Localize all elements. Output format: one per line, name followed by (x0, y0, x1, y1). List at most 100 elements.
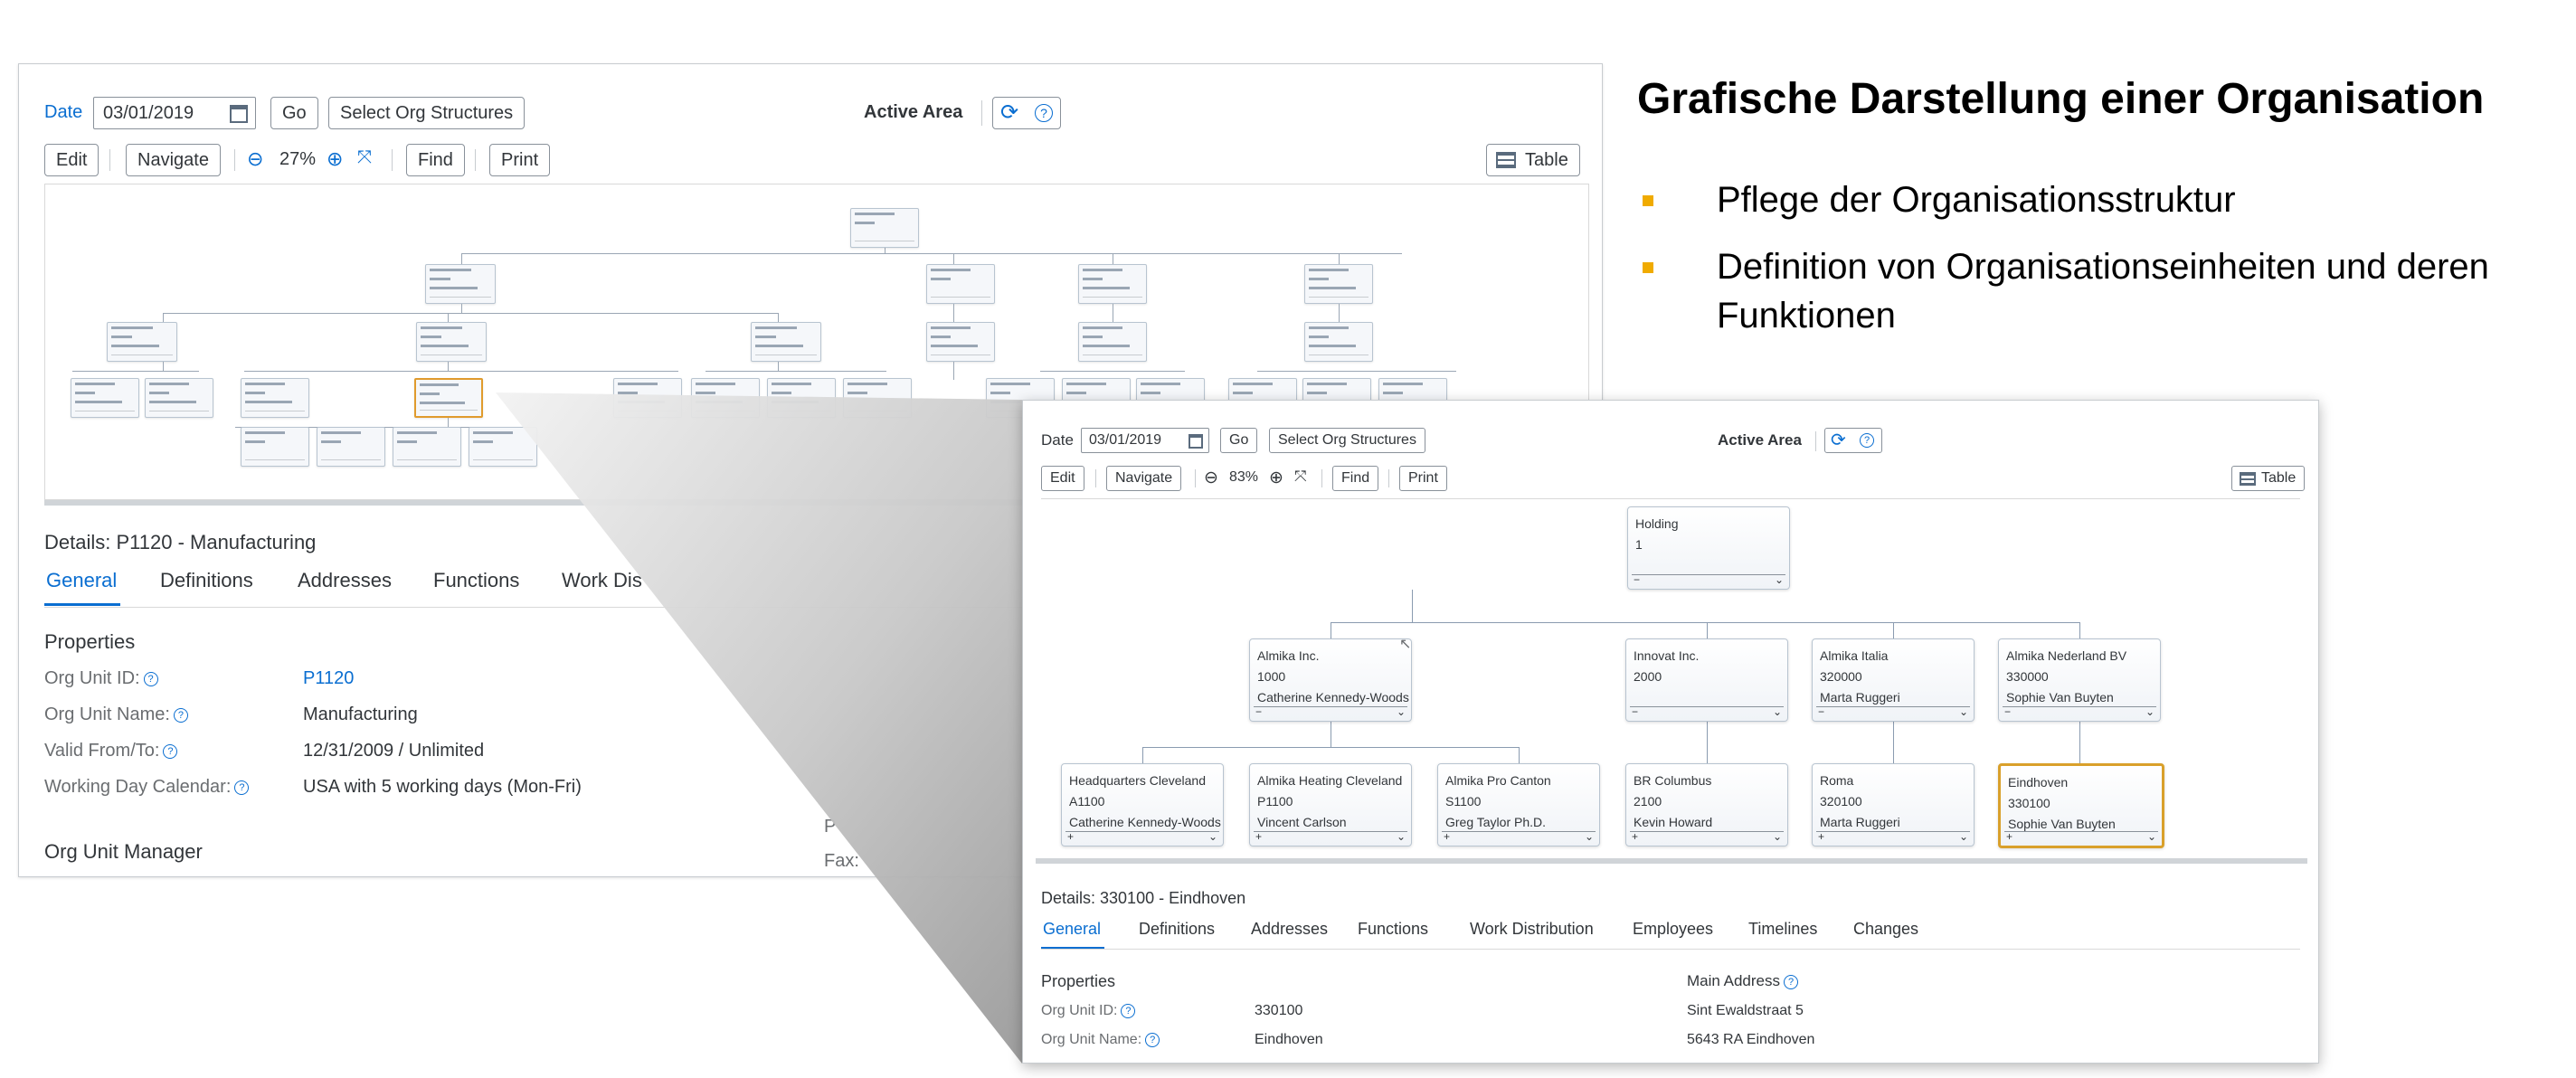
tab-general[interactable]: General (46, 569, 117, 592)
date-input[interactable]: 03/01/2019 (93, 97, 256, 129)
org-node-innovat[interactable]: Innovat Inc. 2000 − ⌄ (1625, 638, 1788, 722)
mini-node[interactable] (1304, 264, 1373, 304)
zoom-out-icon[interactable]: ⊖ (1204, 468, 1218, 488)
prop-value: USA with 5 working days (Mon-Fri) (303, 777, 582, 797)
zoom-in-icon[interactable]: ⊕ (327, 147, 343, 171)
calendar-icon[interactable] (1189, 434, 1203, 449)
help-icon[interactable]: ? (163, 743, 178, 759)
mini-node[interactable] (691, 378, 760, 418)
help-icon[interactable]: ? (143, 671, 158, 686)
mini-node[interactable] (241, 378, 309, 418)
mini-node[interactable] (317, 427, 385, 467)
mini-node[interactable] (107, 322, 177, 362)
help-icon[interactable]: ? (234, 780, 250, 795)
go-button[interactable]: Go (1220, 428, 1258, 453)
print-button[interactable]: Print (489, 144, 551, 176)
fit-to-screen-icon[interactable]: ⤧ (357, 147, 372, 168)
details-title: Details: 330100 - Eindhoven (1041, 889, 1246, 907)
navigate-button[interactable]: Navigate (126, 144, 221, 176)
active-area-label: Active Area (864, 102, 963, 122)
org-node-eindhoven-selected[interactable]: Eindhoven 330100 Sophie Van Buyten + ⌄ (1998, 763, 2164, 848)
help-icon[interactable]: ? (173, 707, 188, 723)
mini-node[interactable] (145, 378, 213, 418)
tab-changes[interactable]: Changes (1853, 920, 1918, 939)
find-button[interactable]: Find (1332, 466, 1379, 491)
fit-to-screen-icon[interactable]: ⤧ (1294, 468, 1307, 486)
refresh-icon[interactable]: ⟳ (1000, 102, 1018, 124)
print-button[interactable]: Print (1399, 466, 1447, 491)
zoom-level: 27% (279, 149, 317, 169)
edit-button[interactable]: Edit (44, 144, 99, 176)
select-org-structures-button[interactable]: Select Org Structures (328, 97, 526, 129)
zoom-out-icon[interactable]: ⊖ (247, 147, 263, 171)
mini-node-holding[interactable] (850, 208, 919, 248)
help-icon[interactable]: ? (1784, 974, 1798, 989)
org-node-headquarters-cleveland[interactable]: Headquarters Cleveland A1100 Catherine K… (1061, 763, 1224, 846)
mini-node[interactable] (425, 264, 496, 304)
mini-node[interactable] (1078, 264, 1147, 304)
org-unit-id-link[interactable]: 330100 (1255, 1003, 1302, 1019)
prop-label: Valid From/To:? (44, 741, 178, 761)
help-icon[interactable]: ? (1860, 433, 1874, 448)
org-node-almika-heating-cleveland[interactable]: Almika Heating Cleveland P1100 Vincent C… (1249, 763, 1412, 846)
bullet-marker (1643, 262, 1653, 273)
calendar-icon[interactable] (230, 105, 248, 123)
refresh-icon[interactable]: ⟳ (1831, 431, 1846, 449)
zoom-in-icon[interactable]: ⊕ (1269, 468, 1283, 488)
org-node-almika-pro-canton[interactable]: Almika Pro Canton S1100 Greg Taylor Ph.D… (1437, 763, 1600, 846)
mini-node[interactable] (843, 378, 912, 418)
tab-functions[interactable]: Functions (433, 569, 519, 592)
mini-node[interactable] (241, 427, 309, 467)
prop-label: Org Unit ID:? (1041, 1003, 1136, 1019)
org-node-almika-italia[interactable]: Almika Italia 320000 Marta Ruggeri − ⌄ (1812, 638, 1975, 722)
main-address-heading: Main Address? (1687, 972, 1798, 990)
help-icon[interactable]: ? (1145, 1032, 1160, 1047)
mini-node[interactable] (767, 378, 836, 418)
mini-node[interactable] (71, 378, 139, 418)
table-button[interactable]: Table (2231, 466, 2306, 491)
org-node-almika-nederland[interactable]: Almika Nederland BV 330000 Sophie Van Bu… (1998, 638, 2161, 722)
tab-employees[interactable]: Employees (1633, 920, 1713, 939)
tab-work-distribution[interactable]: Work Dis (562, 569, 642, 592)
prop-label: Org Unit Name:? (44, 704, 188, 725)
mini-node[interactable] (1078, 322, 1147, 362)
zoom-level: 83% (1229, 469, 1259, 485)
tab-definitions[interactable]: Definitions (160, 569, 253, 592)
mini-node[interactable] (416, 322, 487, 362)
mini-node[interactable] (926, 322, 995, 362)
tab-definitions[interactable]: Definitions (1139, 920, 1215, 939)
edit-button[interactable]: Edit (1041, 466, 1084, 491)
org-node-br-columbus[interactable]: BR Columbus 2100 Kevin Howard + ⌄ (1625, 763, 1788, 846)
mini-node-manufacturing-selected[interactable] (414, 378, 483, 418)
tab-addresses[interactable]: Addresses (298, 569, 392, 592)
help-icon[interactable]: ? (1035, 104, 1053, 122)
mini-node[interactable] (1304, 322, 1373, 362)
mini-node[interactable] (613, 378, 682, 418)
org-unit-id-link[interactable]: P1120 (303, 668, 354, 689)
tab-work-distribution[interactable]: Work Distribution (1470, 920, 1594, 939)
table-button[interactable]: Table (1486, 144, 1580, 176)
mini-node[interactable] (393, 427, 461, 467)
navigate-button[interactable]: Navigate (1106, 466, 1182, 491)
canvas-scroll-divider[interactable] (1036, 858, 2307, 864)
mini-node[interactable] (469, 427, 537, 467)
mini-node[interactable] (751, 322, 821, 362)
help-icon[interactable]: ? (1121, 1003, 1136, 1018)
tab-general[interactable]: General (1043, 920, 1101, 939)
tab-functions[interactable]: Functions (1358, 920, 1428, 939)
org-node-roma[interactable]: Roma 320100 Marta Ruggeri + ⌄ (1812, 763, 1975, 846)
find-button[interactable]: Find (406, 144, 465, 176)
tab-addresses[interactable]: Addresses (1251, 920, 1328, 939)
select-org-structures-button[interactable]: Select Org Structures (1269, 428, 1425, 453)
go-button[interactable]: Go (270, 97, 318, 129)
mouse-cursor-icon: ↖ (1399, 637, 1412, 652)
date-input[interactable]: 03/01/2019 (1081, 428, 1209, 453)
fax-label: Fax: (824, 851, 859, 871)
bullet-text-continued: Funktionen (1717, 296, 1896, 336)
org-chart-canvas[interactable]: Holding 1 − ⌄ Almika Inc. 1000 Catherine … (1041, 498, 2300, 858)
org-node-almika-inc[interactable]: Almika Inc. 1000 Catherine Kennedy-Woods… (1249, 638, 1412, 722)
tab-timelines[interactable]: Timelines (1748, 920, 1817, 939)
mini-node[interactable] (926, 264, 995, 304)
partial-label: P (824, 817, 837, 837)
org-node-holding[interactable]: Holding 1 − ⌄ (1627, 506, 1790, 590)
